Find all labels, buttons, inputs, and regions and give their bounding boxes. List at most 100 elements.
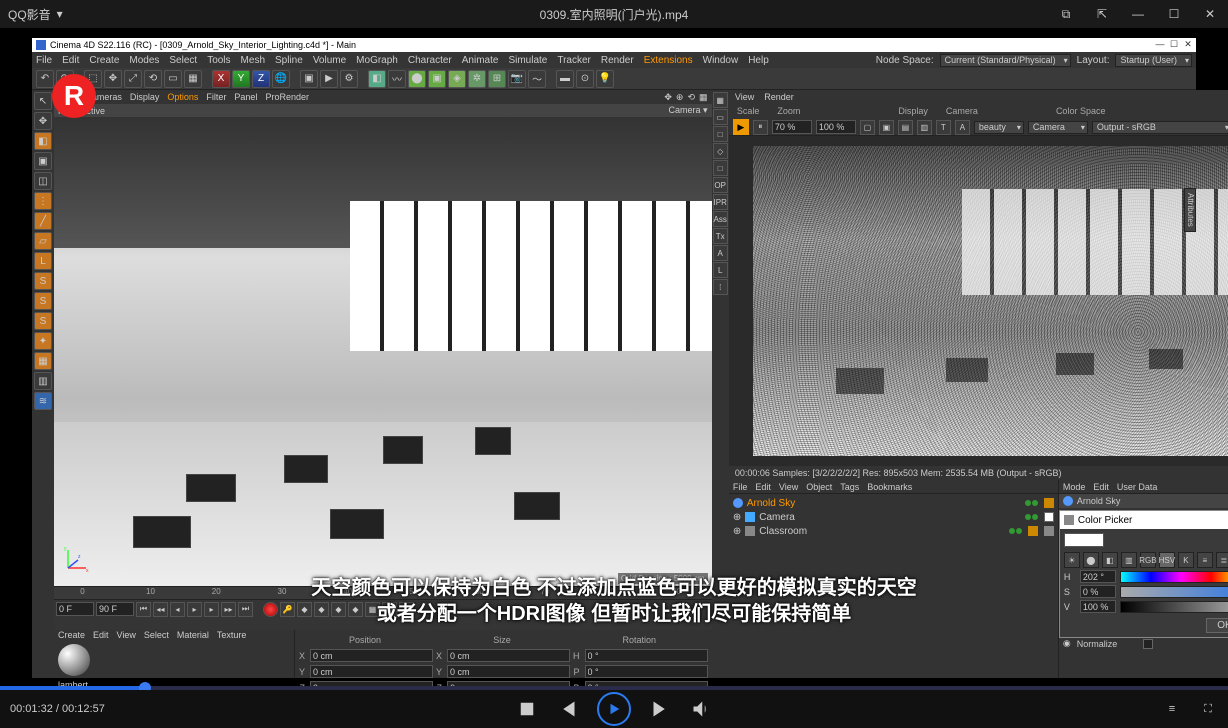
axis-y-toggle[interactable]: Y [232, 70, 250, 88]
axis-x-toggle[interactable]: X [212, 70, 230, 88]
tag-icon[interactable] [1044, 498, 1054, 508]
tag-icon[interactable] [1044, 526, 1054, 536]
am-userdata[interactable]: User Data [1117, 482, 1158, 492]
prev-frame[interactable]: ◂ [170, 602, 185, 617]
cp-mode[interactable]: RGB [1140, 552, 1156, 568]
zoom-input[interactable] [816, 120, 856, 134]
rc-c[interactable]: ▤ [898, 120, 913, 135]
camera-dropdown[interactable]: Camera ▾ [669, 105, 708, 116]
vp-zoom-icon[interactable]: ⊕ [676, 92, 684, 103]
generator-2[interactable]: ▣ [428, 70, 446, 88]
c4d-maximize[interactable]: ☐ [1168, 38, 1180, 50]
menu-tracker[interactable]: Tracker [557, 55, 591, 66]
layer-tool[interactable]: ≋ [34, 392, 52, 410]
autokey-button[interactable]: 🔑 [280, 602, 295, 617]
menu-mesh[interactable]: Mesh [241, 55, 265, 66]
ipr-tool[interactable]: OP [713, 177, 728, 193]
am-mode[interactable]: Mode [1063, 482, 1086, 492]
rot-h[interactable] [585, 649, 708, 662]
hue-slider[interactable] [1120, 571, 1228, 583]
cube-primitive[interactable]: ◧ [368, 70, 386, 88]
menu-tools[interactable]: Tools [207, 55, 230, 66]
pos-y[interactable] [310, 665, 433, 678]
menu-animate[interactable]: Animate [462, 55, 499, 66]
key-s[interactable]: ◆ [314, 602, 329, 617]
ipr-tool[interactable]: ◇ [713, 143, 728, 159]
undo-button[interactable]: ↶ [36, 70, 54, 88]
record-button[interactable] [263, 602, 278, 617]
deformer-primitive[interactable]: ◈ [448, 70, 466, 88]
workplane-mode[interactable]: ◫ [34, 172, 52, 190]
rc-d[interactable]: ▥ [917, 120, 932, 135]
om-tags[interactable]: Tags [840, 482, 859, 492]
cp-mode[interactable]: ≡ [1197, 552, 1213, 568]
floor-primitive[interactable]: ▬ [556, 70, 574, 88]
camera-primitive[interactable]: 📷 [508, 70, 526, 88]
menu-simulate[interactable]: Simulate [508, 55, 547, 66]
last-tool[interactable]: ▭ [164, 70, 182, 88]
world-toggle[interactable]: 🌐 [272, 70, 290, 88]
ipr-tool[interactable]: □ [713, 126, 728, 142]
ipr-tool[interactable]: ▦ [713, 92, 728, 108]
light-btn[interactable]: 💡 [596, 70, 614, 88]
generator-primitive[interactable]: ⬤ [408, 70, 426, 88]
pin-button[interactable]: ⇱ [1084, 0, 1120, 28]
ipr-tool[interactable]: IPR [713, 194, 728, 210]
ipr-tool[interactable]: □ [713, 160, 728, 176]
vp-tab-options[interactable]: Options [167, 92, 198, 102]
output-dd[interactable]: Output - sRGB [1092, 121, 1228, 134]
scale-tool[interactable]: ⤢ [124, 70, 142, 88]
am-edit[interactable]: Edit [1093, 482, 1109, 492]
prev-button[interactable] [557, 699, 577, 719]
rc-e[interactable]: T [936, 120, 951, 135]
s-tool-3[interactable]: S [34, 312, 52, 330]
cp-mode[interactable]: ▥ [1121, 552, 1137, 568]
cp-mode[interactable]: ⬤ [1083, 552, 1099, 568]
om-bookmarks[interactable]: Bookmarks [867, 482, 912, 492]
edge-mode[interactable]: ╱ [34, 212, 52, 230]
vp-tab-prorender[interactable]: ProRender [265, 92, 309, 102]
ipr-tool[interactable]: Tx [713, 228, 728, 244]
s-tool-2[interactable]: S [34, 292, 52, 310]
menu-modes[interactable]: Modes [129, 55, 159, 66]
ipr-tool[interactable]: L [713, 262, 728, 278]
cp-mode[interactable]: ☀ [1064, 552, 1080, 568]
rc-a[interactable]: ▢ [860, 120, 875, 135]
ipr-tab-render[interactable]: Render [764, 92, 794, 102]
perspective-viewport[interactable]: y x z Grid Spacing : 5000 cm [54, 117, 712, 586]
scale-input[interactable] [772, 120, 812, 134]
tree-row[interactable]: Arnold Sky [733, 496, 1054, 510]
mat-view[interactable]: View [117, 630, 136, 640]
menu-window[interactable]: Window [703, 55, 739, 66]
model-mode[interactable]: ◧ [34, 132, 52, 150]
axis-z-toggle[interactable]: Z [252, 70, 270, 88]
rc-f[interactable]: A [955, 120, 970, 135]
rotate-tool[interactable]: ⟲ [144, 70, 162, 88]
size-x[interactable] [447, 649, 570, 662]
maximize-button[interactable]: ☐ [1156, 0, 1192, 28]
goto-end[interactable]: ⏭ [238, 602, 253, 617]
key-r[interactable]: ◆ [331, 602, 346, 617]
h-input[interactable] [1080, 570, 1116, 583]
field-primitive[interactable]: ✲ [468, 70, 486, 88]
misc-primitive[interactable]: ⊙ [576, 70, 594, 88]
axis-tool[interactable]: ✦ [34, 332, 52, 350]
radio-icon[interactable]: ◉ [1063, 638, 1071, 649]
spline-primitive[interactable]: 〰 [388, 70, 406, 88]
vp-rotate-icon[interactable]: ⟲ [687, 92, 695, 103]
c4d-close[interactable]: ✕ [1182, 38, 1194, 50]
next-key[interactable]: ▸▸ [221, 602, 236, 617]
mat-select[interactable]: Select [144, 630, 169, 640]
minimize-button[interactable]: — [1120, 0, 1156, 28]
c4d-minimize[interactable]: — [1154, 38, 1166, 50]
light-primitive[interactable]: 〜 [528, 70, 546, 88]
key-pla[interactable]: ◆ [348, 602, 363, 617]
poly-mode[interactable]: ▱ [34, 232, 52, 250]
menu-character[interactable]: Character [408, 55, 452, 66]
snap-tool[interactable]: ▦ [34, 352, 52, 370]
render-settings-btn[interactable]: ⚙ [340, 70, 358, 88]
vp-nav-icon[interactable]: ✥ [664, 92, 672, 103]
cp-ok[interactable]: OK [1206, 618, 1228, 633]
point-mode[interactable]: ⋮ [34, 192, 52, 210]
s-input[interactable] [1080, 585, 1116, 598]
